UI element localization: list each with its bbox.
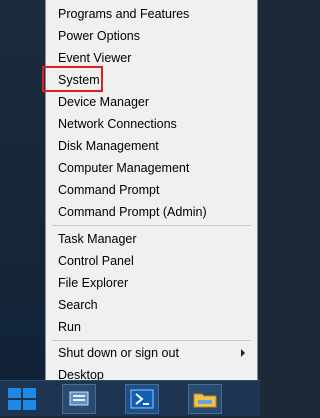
menu-separator: [52, 340, 251, 341]
menu-item-run[interactable]: Run: [46, 316, 257, 338]
menu-item-device-manager[interactable]: Device Manager: [46, 91, 257, 113]
menu-item-label: Command Prompt: [58, 183, 160, 197]
menu-item-command-prompt[interactable]: Command Prompt: [46, 179, 257, 201]
taskbar: [0, 380, 260, 416]
menu-item-search[interactable]: Search: [46, 294, 257, 316]
powershell-icon[interactable]: [125, 384, 159, 414]
menu-item-label: Disk Management: [58, 139, 159, 153]
menu-item-label: Device Manager: [58, 95, 150, 109]
menu-item-label: Run: [58, 320, 81, 334]
menu-item-file-explorer[interactable]: File Explorer: [46, 272, 257, 294]
menu-item-label: Command Prompt (Admin): [58, 205, 207, 219]
menu-item-task-manager[interactable]: Task Manager: [46, 228, 257, 250]
menu-item-control-panel[interactable]: Control Panel: [46, 250, 257, 272]
menu-item-label: Shut down or sign out: [58, 346, 179, 360]
menu-item-shut-down-or-sign-out[interactable]: Shut down or sign out: [46, 342, 257, 364]
menu-item-programs-and-features[interactable]: Programs and Features: [46, 3, 257, 25]
windows-start-icon[interactable]: [8, 388, 38, 410]
menu-item-label: Network Connections: [58, 117, 177, 131]
menu-item-label: Programs and Features: [58, 7, 190, 21]
desktop-background: [0, 0, 45, 380]
menu-item-label: Computer Management: [58, 161, 190, 175]
menu-item-label: Search: [58, 298, 98, 312]
menu-item-label: File Explorer: [58, 276, 129, 290]
menu-item-label: Task Manager: [58, 232, 137, 246]
winx-context-menu: Programs and Features Power Options Even…: [45, 0, 258, 384]
menu-item-power-options[interactable]: Power Options: [46, 25, 257, 47]
submenu-arrow-icon: [241, 349, 245, 357]
highlight-annotation-box: [42, 66, 103, 92]
menu-separator: [52, 225, 251, 226]
menu-item-command-prompt-admin[interactable]: Command Prompt (Admin): [46, 201, 257, 223]
menu-item-label: Power Options: [58, 29, 140, 43]
file-explorer-icon[interactable]: [188, 384, 222, 414]
server-manager-icon[interactable]: [62, 384, 96, 414]
menu-item-label: Control Panel: [58, 254, 134, 268]
menu-item-network-connections[interactable]: Network Connections: [46, 113, 257, 135]
menu-item-disk-management[interactable]: Disk Management: [46, 135, 257, 157]
menu-item-computer-management[interactable]: Computer Management: [46, 157, 257, 179]
